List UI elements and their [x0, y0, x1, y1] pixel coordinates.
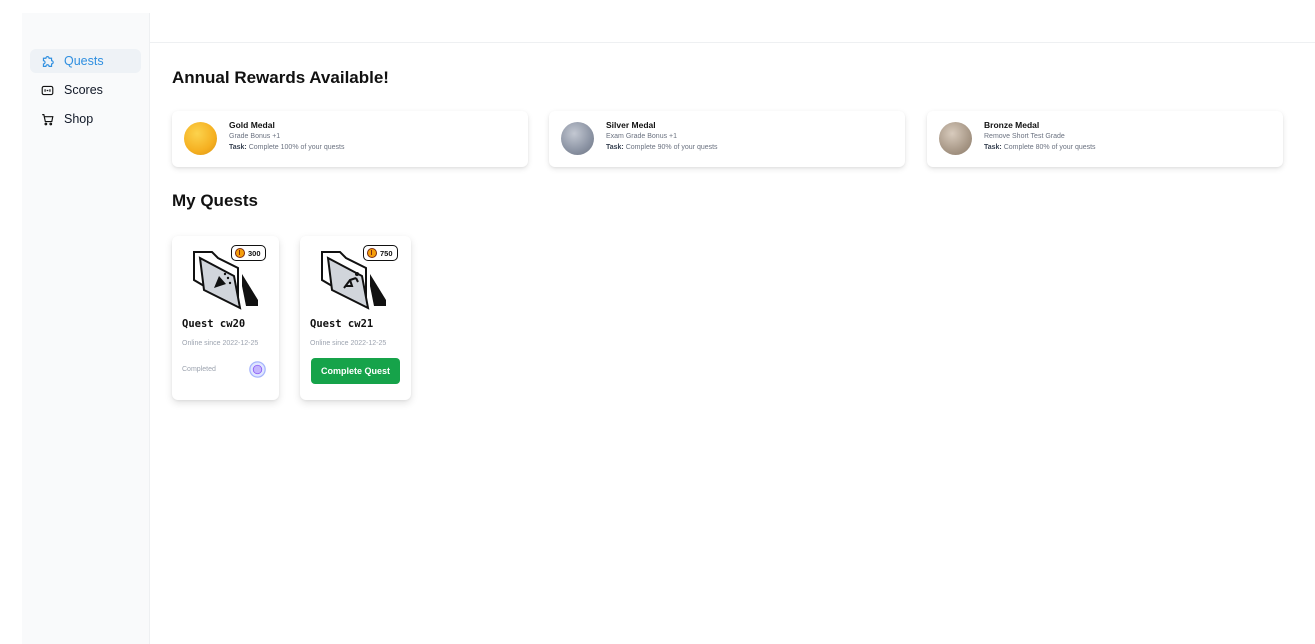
sidebar-item-label: Scores	[64, 83, 103, 97]
coin-reward-badge: 750	[363, 245, 398, 261]
quest-online-since: Online since 2022-12-25	[310, 340, 387, 347]
reward-name: Silver Medal	[606, 120, 656, 130]
reward-name: Gold Medal	[229, 120, 275, 130]
quest-card[interactable]: 300 Quest cw20 Online since 2022-12-25 C…	[172, 236, 279, 400]
complete-quest-button[interactable]: Complete Quest	[311, 358, 400, 384]
completed-badge-icon	[249, 361, 266, 378]
quest-online-since: Online since 2022-12-25	[182, 340, 259, 347]
reward-name: Bronze Medal	[984, 120, 1040, 130]
quest-title: Quest cw21	[310, 318, 374, 330]
puzzle-icon	[40, 54, 54, 68]
reward-task: Task: Complete 100% of your quests	[229, 144, 345, 151]
quests-heading: My Quests	[172, 191, 258, 210]
sidebar: Quests Scores Shop	[22, 13, 150, 644]
sidebar-item-label: Shop	[64, 112, 94, 126]
reward-card-gold: Gold Medal Grade Bonus +1 Task: Complete…	[172, 111, 528, 167]
sidebar-item-shop[interactable]: Shop	[30, 107, 141, 131]
reward-task: Task: Complete 80% of your quests	[984, 144, 1096, 151]
reward-card-bronze: Bronze Medal Remove Short Test Grade Tas…	[927, 111, 1283, 167]
sidebar-item-scores[interactable]: Scores	[30, 78, 141, 102]
reward-bonus: Remove Short Test Grade	[984, 133, 1065, 140]
reward-card-silver: Silver Medal Exam Grade Bonus +1 Task: C…	[549, 111, 905, 167]
top-bar	[150, 13, 1315, 43]
scoreboard-icon	[40, 83, 54, 97]
reward-task: Task: Complete 90% of your quests	[606, 144, 718, 151]
quest-title: Quest cw20	[182, 318, 246, 330]
sidebar-item-label: Quests	[64, 54, 104, 68]
reward-bonus: Grade Bonus +1	[229, 133, 281, 140]
gold-medal-icon	[184, 122, 217, 155]
coin-icon	[367, 248, 377, 258]
reward-bonus: Exam Grade Bonus +1	[606, 133, 678, 140]
cart-icon	[40, 112, 54, 126]
coin-icon	[235, 248, 245, 258]
quest-card[interactable]: 750 Quest cw21 Online since 2022-12-25 C…	[300, 236, 411, 400]
rewards-heading: Annual Rewards Available!	[172, 68, 389, 87]
quest-status: Completed	[182, 366, 216, 373]
coin-reward-badge: 300	[231, 245, 266, 261]
silver-medal-icon	[561, 122, 594, 155]
bronze-medal-icon	[939, 122, 972, 155]
sidebar-item-quests[interactable]: Quests	[30, 49, 141, 73]
